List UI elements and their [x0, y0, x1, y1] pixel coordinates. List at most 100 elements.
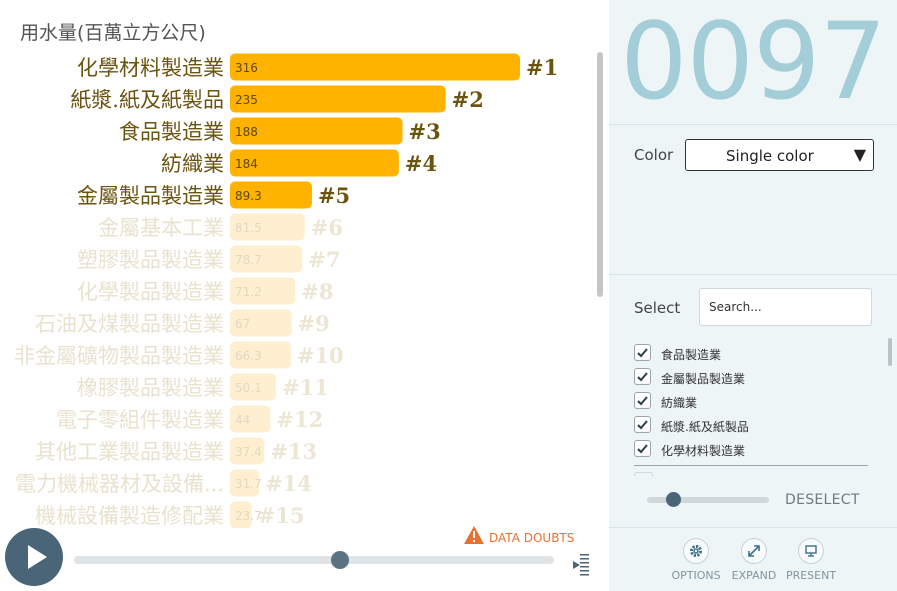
dropdown-arrow-icon: ▼: [853, 145, 866, 164]
options-button[interactable]: OPTIONS: [666, 538, 726, 582]
data-label: 81.5: [235, 221, 262, 235]
rank-label: #4: [405, 151, 437, 176]
checkbox[interactable]: [634, 368, 651, 385]
data-label: 71.2: [235, 285, 262, 299]
check-icon: [637, 444, 648, 454]
options-label: OPTIONS: [671, 569, 721, 582]
data-label: 184: [235, 157, 258, 171]
data-label: 31.7: [235, 477, 262, 491]
menu-icon: [573, 554, 589, 576]
list-item[interactable]: 紙漿.紙及紙製品: [634, 416, 868, 436]
data-label: 89.3: [235, 189, 262, 203]
rank-label: #12: [276, 407, 323, 432]
category-label: 金屬基本工業: [98, 216, 224, 240]
bar-chart: 化學材料製造業 316 #1 紙漿.紙及紙製品 235 #2 食品製造業 188 #3 紡織業 18…: [14, 53, 558, 528]
divider: [609, 124, 897, 125]
data-doubts-label: DATA DOUBTS: [489, 531, 575, 545]
checkbox[interactable]: [634, 392, 651, 409]
category-label: 非金屬礦物製品製造業: [14, 344, 224, 368]
rank-label: #1: [526, 55, 558, 80]
rank-label: #15: [258, 503, 305, 528]
chart-area: 用水量(百萬立方公尺) 化學材料製造業 316 #1 紙漿.紙及紙製品 235 #2 食品製…: [0, 0, 608, 591]
select-label: Select: [634, 299, 681, 317]
category-label: 電力機械器材及設備...: [15, 472, 224, 496]
timeline-track[interactable]: [74, 556, 554, 564]
list-item-label: 金屬製品製造業: [661, 372, 746, 386]
data-label: 67: [235, 317, 250, 331]
category-label: 紙漿.紙及紙製品: [70, 88, 224, 112]
color-select-value: Single color: [726, 147, 814, 165]
rank-label: #3: [409, 119, 441, 144]
list-item-label: 紙漿.紙及紙製品: [661, 420, 749, 434]
data-label: 44: [235, 413, 250, 427]
bar: [230, 53, 520, 81]
presentation-icon: [798, 538, 824, 564]
category-label: 食品製造業: [119, 120, 224, 144]
check-icon: [637, 420, 648, 430]
list-item[interactable]: 化學材料製造業: [634, 440, 868, 460]
check-icon: [637, 348, 648, 358]
list-item-partial: [634, 472, 653, 476]
data-label: 188: [235, 125, 258, 139]
list-item-label: 化學材料製造業: [661, 444, 746, 458]
expand-icon: [741, 538, 767, 564]
list-item[interactable]: 金屬製品製造業: [634, 368, 868, 388]
data-label: 78.7: [235, 253, 262, 267]
sidebar: 0097 Color Single color ▼ Select 食品製造業 金…: [609, 0, 897, 591]
timeline-thumb[interactable]: [331, 551, 349, 569]
category-label: 金屬製品製造業: [77, 184, 224, 208]
rank-label: #10: [297, 343, 344, 368]
data-label: 37.4: [235, 445, 262, 459]
chart-scrollbar[interactable]: [597, 52, 603, 297]
data-label: 66.3: [235, 349, 262, 363]
data-label: 50.1: [235, 381, 262, 395]
category-label: 化學材料製造業: [77, 56, 224, 80]
list-item-label: 食品製造業: [661, 348, 722, 362]
category-label: 塑膠製品製造業: [77, 248, 224, 272]
rank-label: #13: [270, 439, 317, 464]
present-button[interactable]: PRESENT: [781, 538, 841, 582]
divider: [609, 527, 897, 528]
list-scrollbar[interactable]: [888, 338, 892, 366]
category-label: 橡膠製品製造業: [77, 376, 224, 400]
expand-label: EXPAND: [731, 569, 777, 582]
play-button[interactable]: [5, 528, 63, 586]
list-item[interactable]: 食品製造業: [634, 344, 868, 364]
divider: [609, 274, 897, 275]
divider: [634, 465, 868, 466]
rank-label: #2: [452, 87, 484, 112]
rank-label: #5: [318, 183, 350, 208]
list-item-label: 紡織業: [661, 396, 698, 410]
opacity-slider-thumb[interactable]: [666, 492, 681, 507]
category-label: 石油及煤製品製造業: [35, 312, 224, 336]
checkbox[interactable]: [634, 416, 651, 433]
color-select[interactable]: Single color ▼: [685, 139, 874, 171]
checkbox[interactable]: [634, 440, 651, 457]
category-label: 其他工業製品製造業: [35, 440, 224, 464]
play-icon: [28, 545, 47, 569]
gear-icon: [683, 538, 709, 564]
present-label: PRESENT: [785, 569, 837, 582]
category-label: 電子零組件製造業: [56, 408, 224, 432]
check-icon: [637, 396, 648, 406]
rank-label: #8: [301, 279, 333, 304]
search-input[interactable]: [699, 288, 872, 326]
rank-label: #6: [311, 215, 343, 240]
data-label: 316: [235, 61, 258, 75]
color-label: Color: [634, 146, 674, 164]
rank-label: #7: [308, 247, 340, 272]
data-label: 235: [235, 93, 258, 107]
list-item[interactable]: 紡織業: [634, 392, 868, 412]
bar: [230, 85, 446, 113]
deselect-button[interactable]: DESELECT: [785, 492, 860, 508]
category-label: 紡織業: [161, 152, 224, 176]
rank-label: #9: [297, 311, 329, 336]
checkbox[interactable]: [634, 344, 651, 361]
check-icon: [637, 372, 648, 382]
category-label: 機械設備製造修配業: [35, 504, 224, 528]
category-label: 化學製品製造業: [77, 280, 224, 304]
warning-icon: [464, 526, 484, 544]
expand-button[interactable]: EXPAND: [724, 538, 784, 582]
year-display: 0097: [620, 0, 887, 123]
speed-menu-button[interactable]: [570, 550, 590, 580]
